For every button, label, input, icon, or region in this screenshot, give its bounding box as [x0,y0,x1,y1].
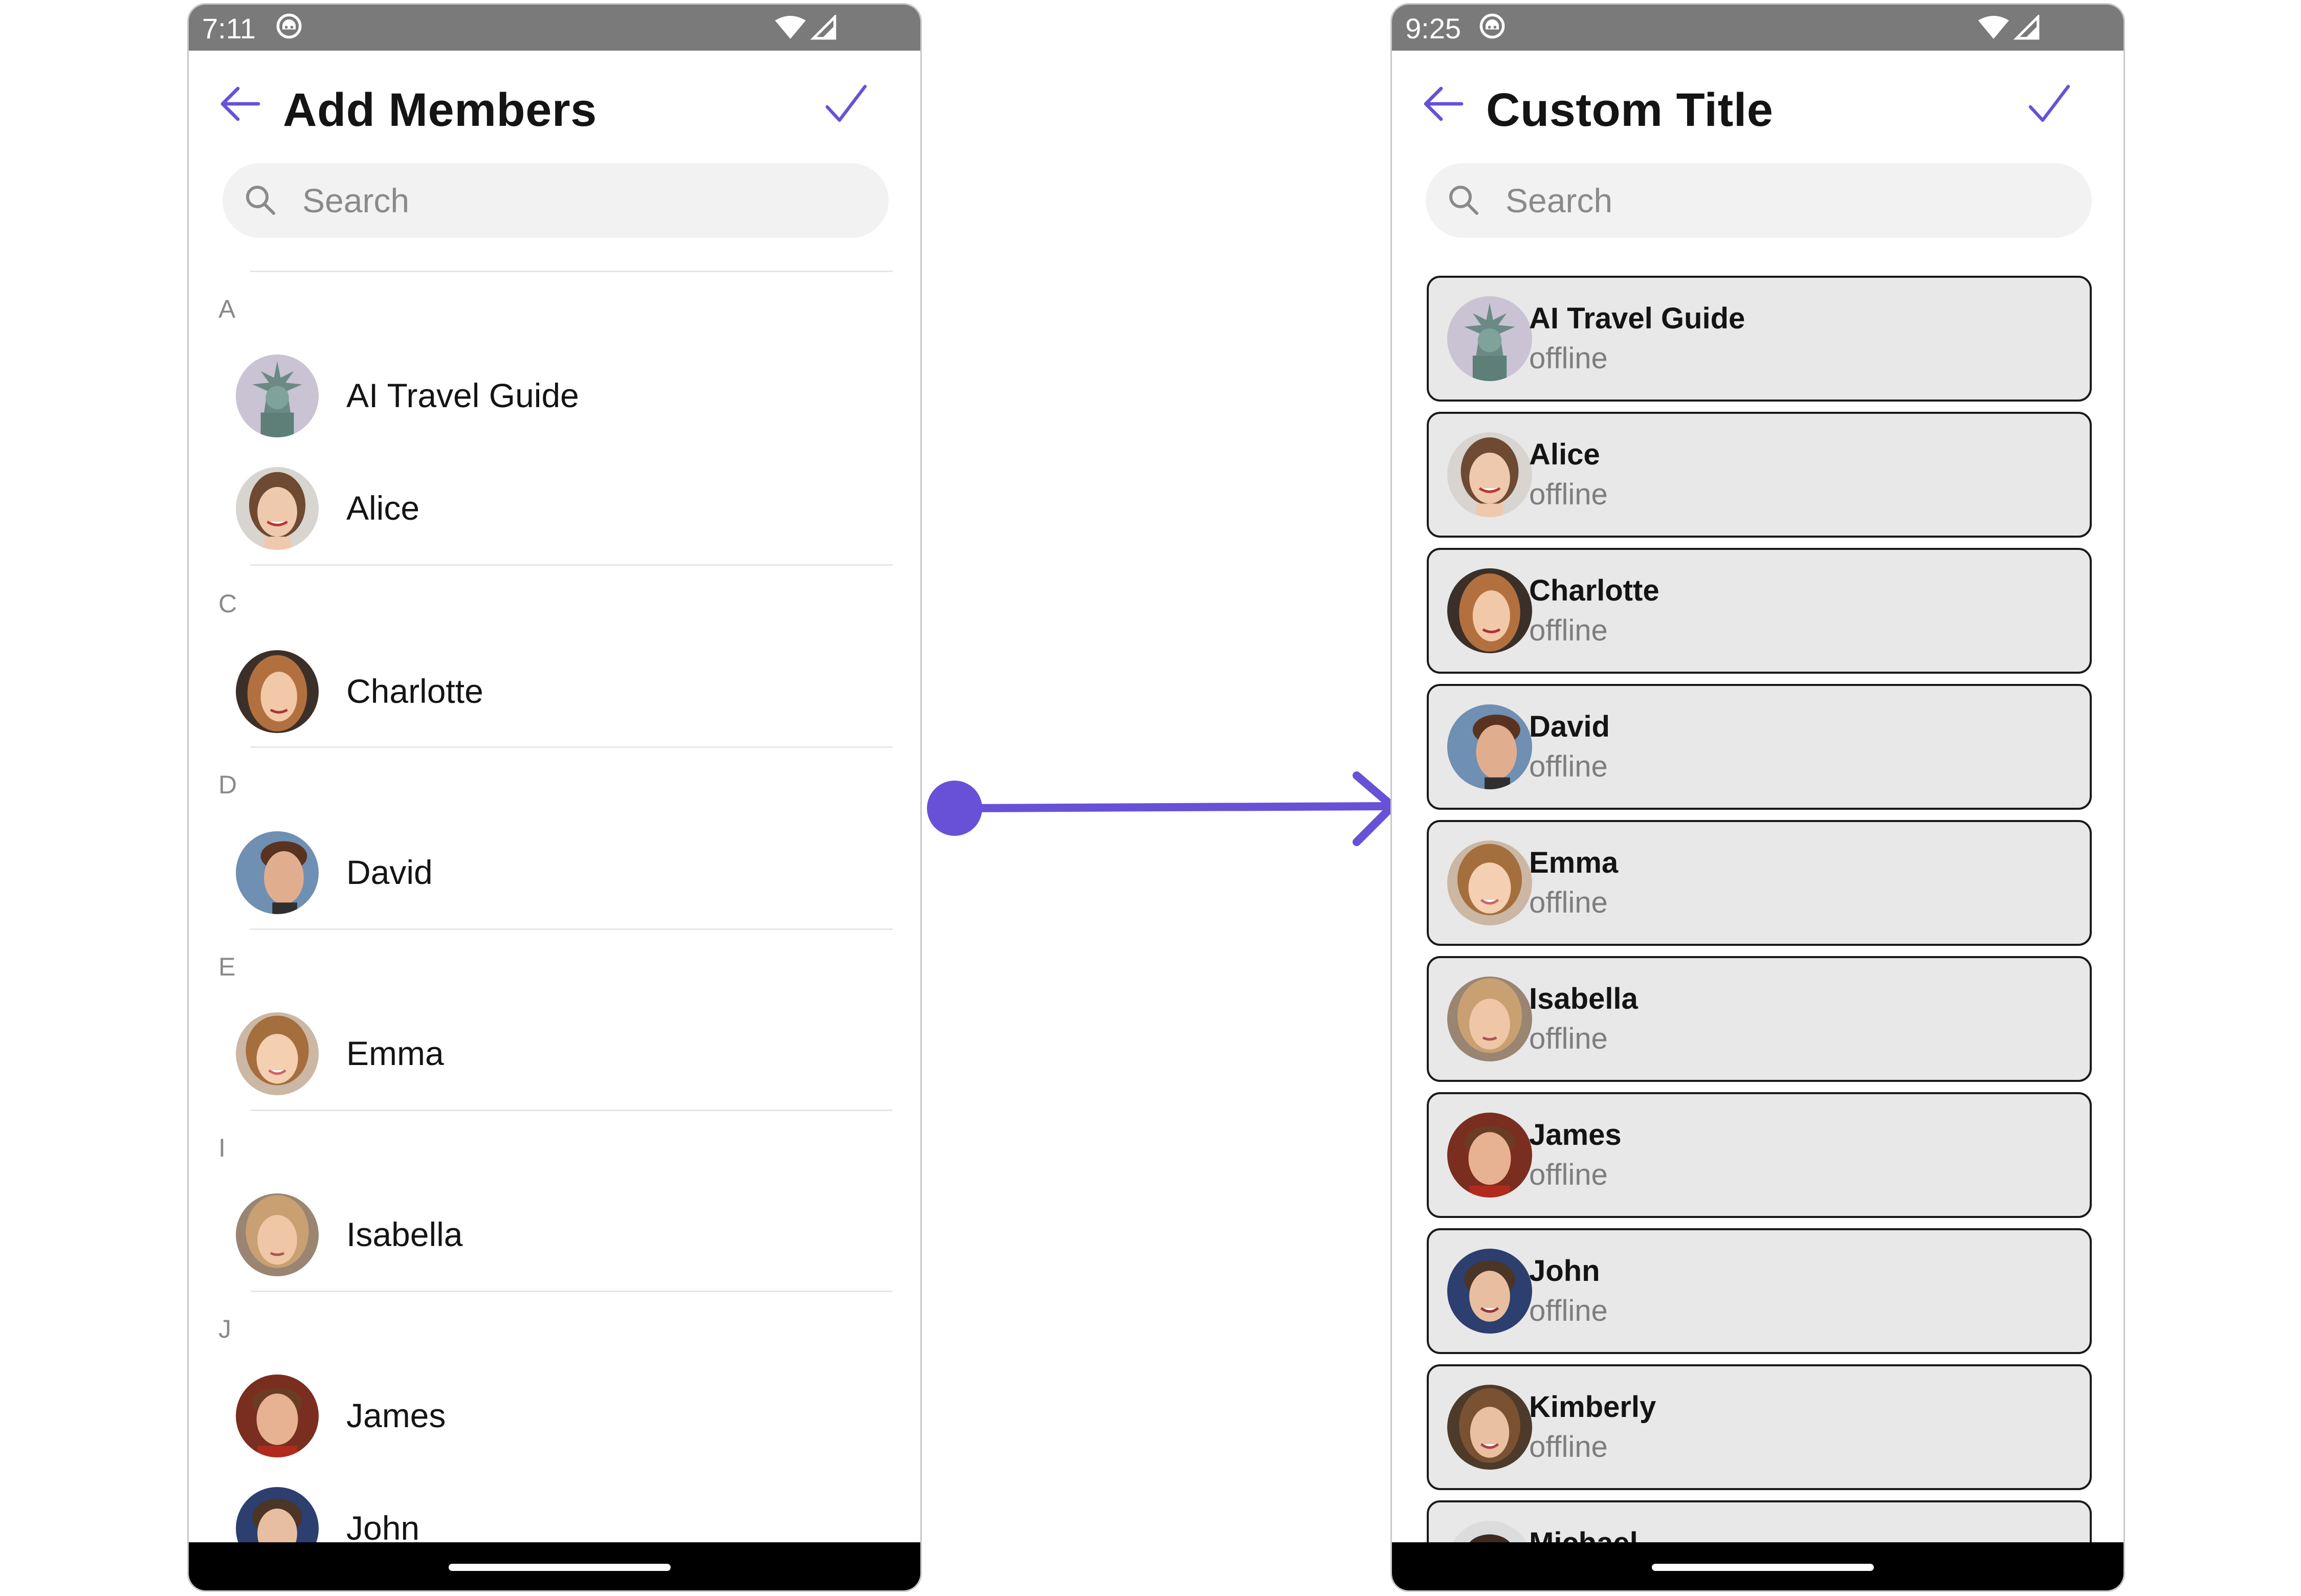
avatar [236,831,319,914]
avatar [1447,568,1532,653]
divider [250,564,893,566]
avatar [1447,296,1532,381]
list-item[interactable]: Charlotte [189,640,920,742]
member-card-list: AI Travel Guide offline Alice offline Ch… [1392,5,2123,1590]
member-card[interactable]: Kimberly offline [1427,1364,2092,1490]
list-item[interactable]: AI Travel Guide [189,344,920,447]
avatar [1447,1113,1532,1198]
list-item[interactable]: Isabella [189,1183,920,1285]
member-status: offline [1529,614,1608,647]
member-status: offline [1529,478,1608,511]
avatar [1447,977,1532,1061]
divider [250,928,893,930]
member-status: offline [1529,886,1608,919]
section-letter: E [218,952,236,981]
divider [250,271,893,272]
member-name: David [1529,710,1610,743]
list-item[interactable]: Alice [189,457,920,559]
avatar [236,1012,319,1095]
navigation-bar [189,1542,920,1590]
member-card[interactable]: David offline [1427,684,2092,810]
member-status: offline [1529,1022,1608,1055]
phone-screen-before: 7:11 Add Members A AI Travel Guide Alice… [187,3,922,1592]
member-name: James [346,1396,446,1434]
list-item[interactable]: Emma [189,1002,920,1104]
avatar [1447,1249,1532,1334]
list-item[interactable]: David [189,821,920,923]
member-card[interactable]: John offline [1427,1228,2092,1354]
avatar [236,1193,319,1276]
avatar [1447,432,1532,517]
member-name: AI Travel Guide [346,376,579,414]
member-card[interactable]: James offline [1427,1092,2092,1218]
home-indicator[interactable] [449,1564,671,1571]
divider [250,1110,893,1111]
member-name: Alice [1529,438,1600,471]
avatar [1447,840,1532,925]
member-name: James [1529,1118,1622,1151]
avatar [236,650,319,733]
section-letter: J [218,1315,231,1343]
member-status: offline [1529,1294,1608,1327]
member-name: Emma [346,1034,444,1072]
section-letter: I [218,1134,226,1162]
transition-arrow-icon [927,771,1397,846]
avatar [236,467,319,550]
member-name: David [346,853,433,891]
member-name: Isabella [346,1215,463,1253]
member-name: AI Travel Guide [1529,302,1745,335]
section-letter: D [218,770,237,799]
member-card[interactable]: Alice offline [1427,412,2092,538]
list-item[interactable]: James [189,1364,920,1467]
member-name: Charlotte [346,672,483,710]
navigation-bar [1392,1542,2123,1590]
section-letter: A [218,295,236,323]
member-status: offline [1529,1158,1608,1191]
member-name: John [1529,1254,1600,1288]
member-name: Isabella [1529,982,1638,1015]
member-name: Alice [346,489,420,527]
member-name: John [346,1509,420,1547]
member-status: offline [1529,750,1608,783]
member-card[interactable]: Charlotte offline [1427,548,2092,674]
avatar [236,1375,319,1457]
member-status: offline [1529,1430,1608,1464]
member-name: Charlotte [1529,574,1660,607]
member-name: Kimberly [1529,1390,1656,1424]
member-list: A AI Travel Guide Alice C Charlotte D Da… [189,5,920,1590]
home-indicator[interactable] [1652,1564,1874,1571]
member-name: Emma [1529,846,1619,879]
divider [250,1291,893,1292]
member-card[interactable]: Emma offline [1427,820,2092,946]
member-status: offline [1529,342,1608,375]
avatar [236,354,319,437]
member-card[interactable]: Isabella offline [1427,956,2092,1082]
avatar [1447,704,1532,789]
section-letter: C [218,589,237,618]
phone-screen-after: 9:25 Custom Title AI Travel Guide offlin… [1390,3,2125,1592]
avatar [1447,1385,1532,1470]
divider [250,746,893,748]
member-card[interactable]: AI Travel Guide offline [1427,276,2092,402]
